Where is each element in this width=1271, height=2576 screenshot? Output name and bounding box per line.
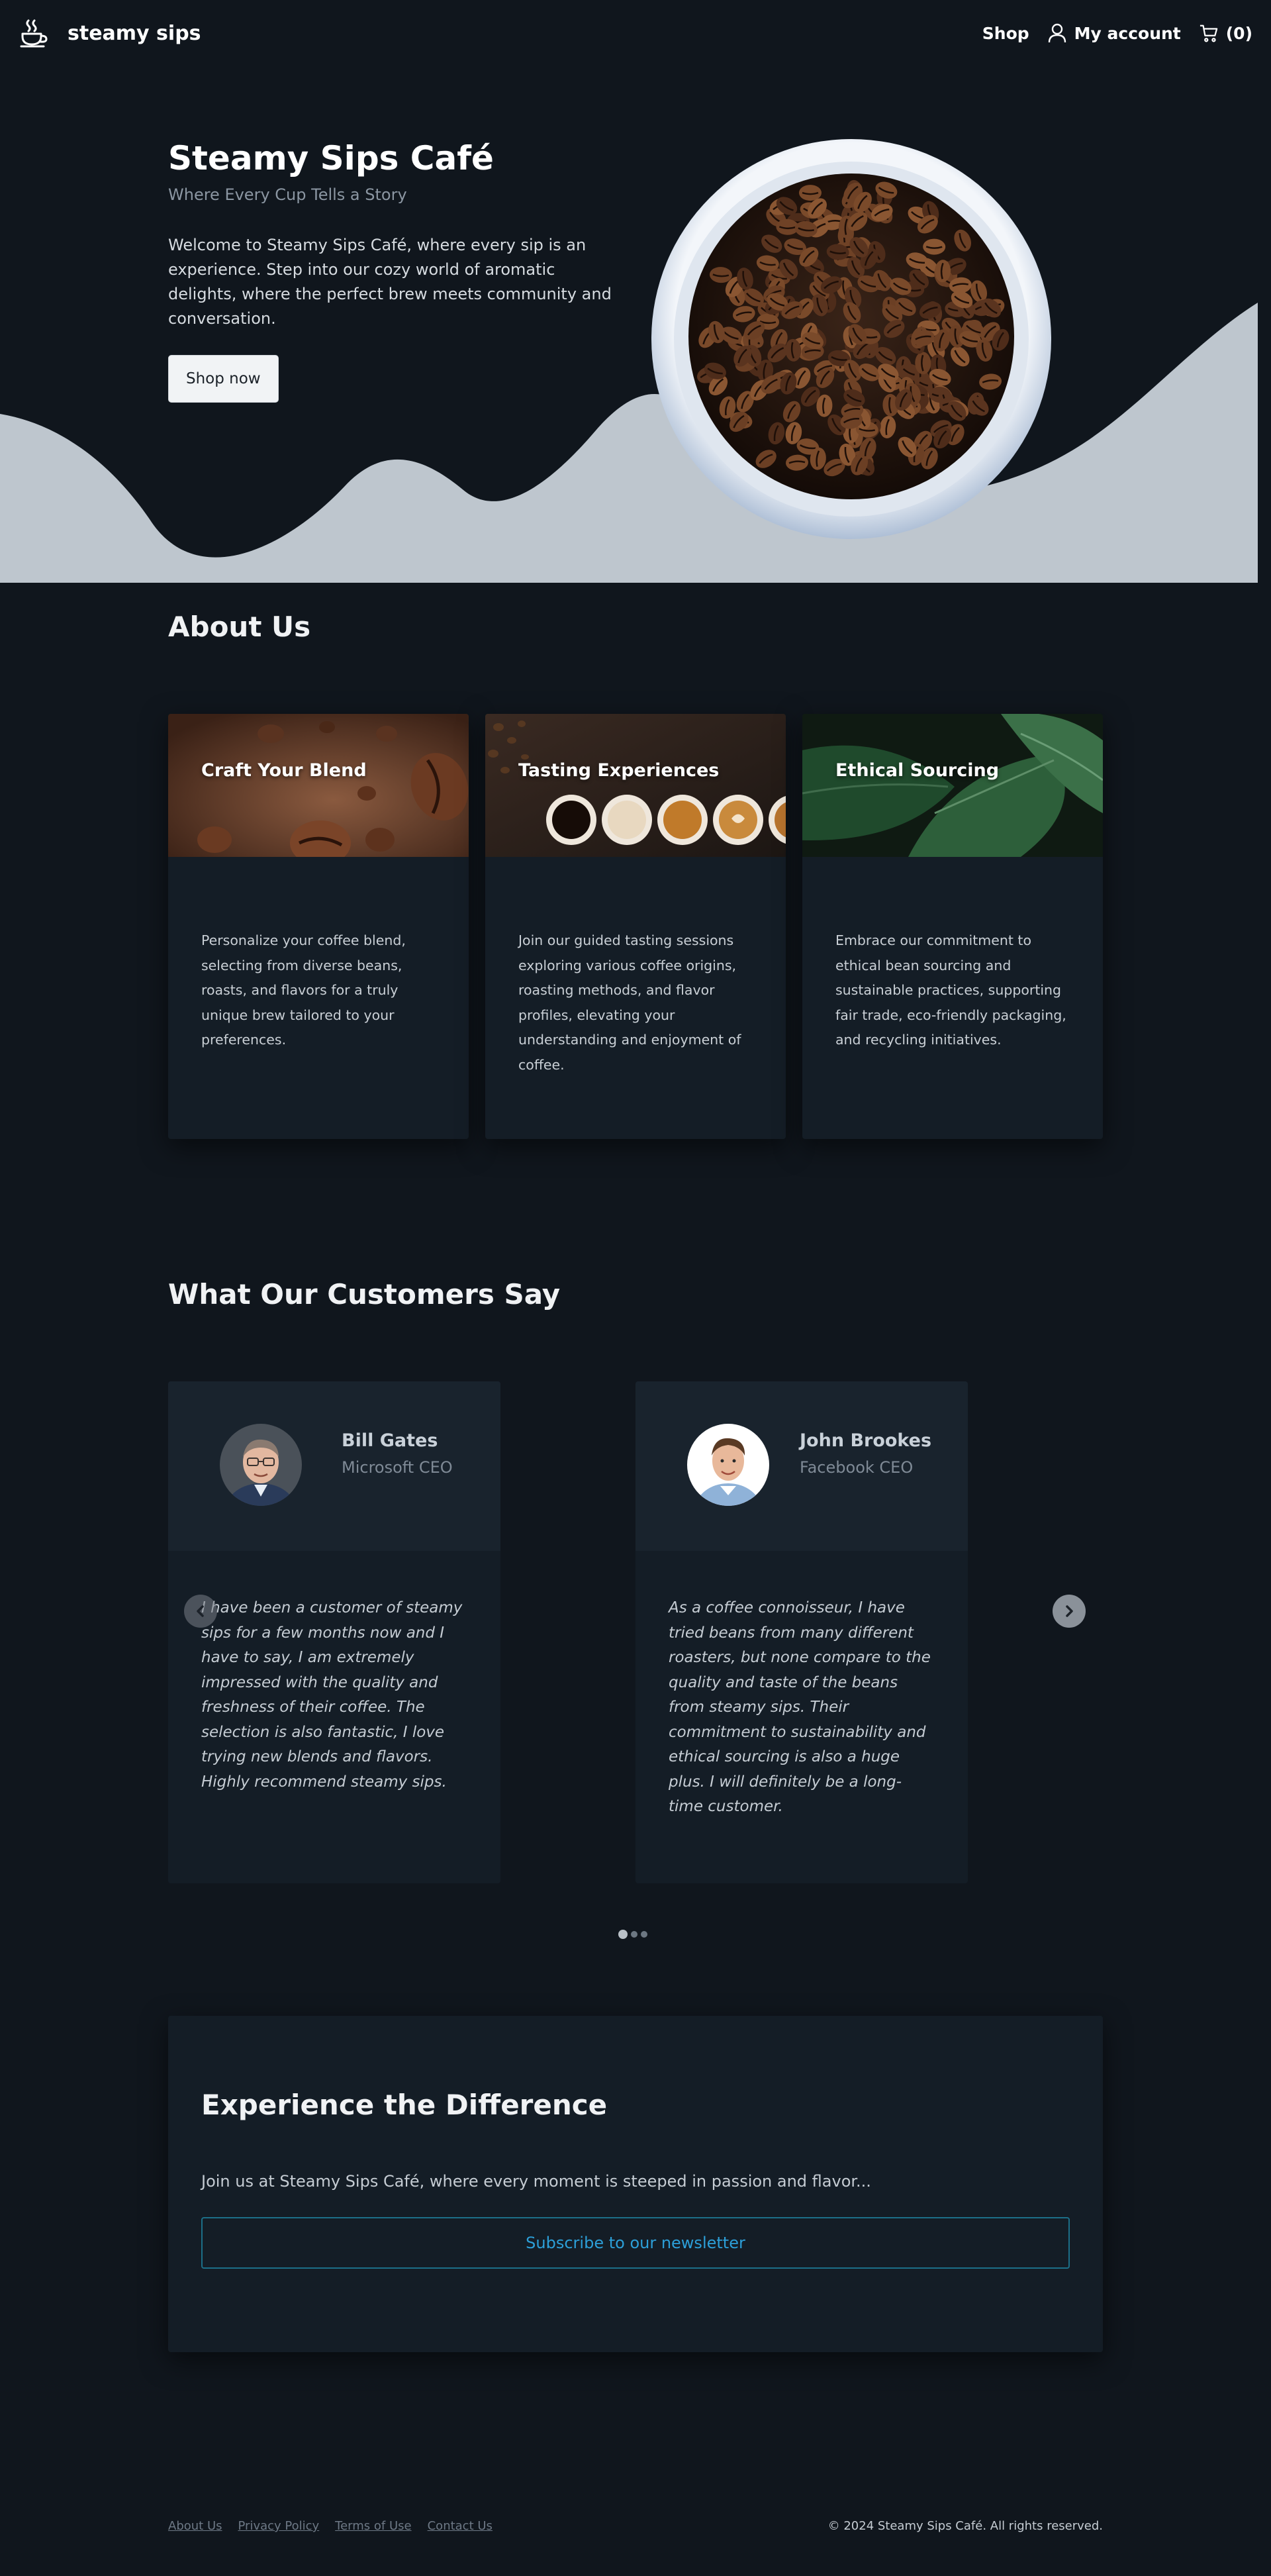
copyright: © 2024 Steamy Sips Café. All rights rese… <box>827 2519 1103 2533</box>
chevron-left-icon <box>197 1605 204 1617</box>
carousel-prev-button[interactable] <box>184 1595 217 1628</box>
newsletter-section: Experience the Difference Join us at Ste… <box>168 2016 1103 2352</box>
avatar <box>687 1424 769 1506</box>
avatar <box>220 1424 302 1506</box>
card-description: Personalize your coffee blend, selecting… <box>201 932 406 1048</box>
about-title: About Us <box>168 611 311 643</box>
testimonial-name: John Brookes <box>800 1430 932 1451</box>
card-title: Craft Your Blend <box>201 760 367 781</box>
about-card-ethical: Ethical Sourcing Embrace our commitment … <box>802 714 1103 1139</box>
coffee-cups-photo: Tasting Experiences <box>485 714 786 857</box>
card-description: Join our guided tasting sessions explori… <box>518 932 741 1073</box>
shop-now-button[interactable]: Shop now <box>168 355 279 403</box>
testimonial-card: John Brookes Facebook CEO As a coffee co… <box>636 1381 968 1883</box>
carousel-dot[interactable] <box>618 1930 628 1939</box>
testimonial-header: John Brookes Facebook CEO <box>636 1381 968 1551</box>
testimonial-card: Bill Gates Microsoft CEO I have been a c… <box>168 1381 500 1883</box>
about-card-blend: Craft Your Blend Personalize your coffee… <box>168 714 469 1139</box>
testimonial-role: Facebook CEO <box>800 1458 914 1477</box>
plant-leaves-photo: Ethical Sourcing <box>802 714 1103 857</box>
footer-link-terms[interactable]: Terms of Use <box>335 2519 411 2533</box>
carousel-dot[interactable] <box>641 1931 647 1938</box>
newsletter-title: Experience the Difference <box>201 2089 608 2121</box>
nav-cart-link[interactable]: (0) <box>1200 23 1252 43</box>
testimonials-title: What Our Customers Say <box>168 1278 561 1311</box>
footer-link-privacy[interactable]: Privacy Policy <box>238 2519 320 2533</box>
coffee-beans-photo: Craft Your Blend <box>168 714 469 857</box>
footer-link-contact[interactable]: Contact Us <box>428 2519 493 2533</box>
hero-description: Welcome to Steamy Sips Café, where every… <box>168 236 612 328</box>
site-header: steamy sips Shop My account (0) <box>0 0 1271 66</box>
carousel-dots <box>618 1930 647 1939</box>
nav-account-label: My account <box>1074 23 1181 43</box>
hero-title: Steamy Sips Café <box>168 139 494 177</box>
main-nav: Shop My account (0) <box>982 23 1252 43</box>
coffee-cup-icon <box>19 18 49 48</box>
brand-name: steamy sips <box>68 21 201 45</box>
testimonial-quote: I have been a customer of steamy sips fo… <box>201 1599 463 1791</box>
cart-icon <box>1200 23 1218 43</box>
brand-link[interactable]: steamy sips <box>19 18 201 48</box>
about-card-tasting: Tasting Experiences Join our guided tast… <box>485 714 786 1139</box>
carousel-dot[interactable] <box>631 1931 637 1938</box>
card-title: Ethical Sourcing <box>835 760 1000 781</box>
cart-count: (0) <box>1225 23 1252 43</box>
subscribe-button[interactable]: Subscribe to our newsletter <box>201 2217 1070 2269</box>
nav-account-link[interactable]: My account <box>1048 23 1181 43</box>
hero-text: Steamy Sips Café Where Every Cup Tells a… <box>168 139 618 403</box>
card-title: Tasting Experiences <box>518 760 720 781</box>
testimonial-header: Bill Gates Microsoft CEO <box>168 1381 500 1551</box>
testimonial-quote: As a coffee connoisseur, I have tried be… <box>669 1599 931 1815</box>
chevron-right-icon <box>1066 1605 1073 1617</box>
user-icon <box>1048 23 1066 43</box>
coffee-bean-bowl-image <box>651 139 1051 539</box>
newsletter-text: Join us at Steamy Sips Café, where every… <box>201 2172 871 2191</box>
carousel-next-button[interactable] <box>1053 1595 1086 1628</box>
card-description: Embrace our commitment to ethical bean s… <box>835 932 1066 1048</box>
testimonial-role: Microsoft CEO <box>342 1458 453 1477</box>
nav-shop-link[interactable]: Shop <box>982 24 1029 43</box>
hero-subtitle: Where Every Cup Tells a Story <box>168 185 407 204</box>
footer-links: About Us Privacy Policy Terms of Use Con… <box>168 2519 493 2533</box>
footer-link-about[interactable]: About Us <box>168 2519 222 2533</box>
testimonial-name: Bill Gates <box>342 1430 438 1451</box>
hero-section: Steamy Sips Café Where Every Cup Tells a… <box>0 66 1271 583</box>
